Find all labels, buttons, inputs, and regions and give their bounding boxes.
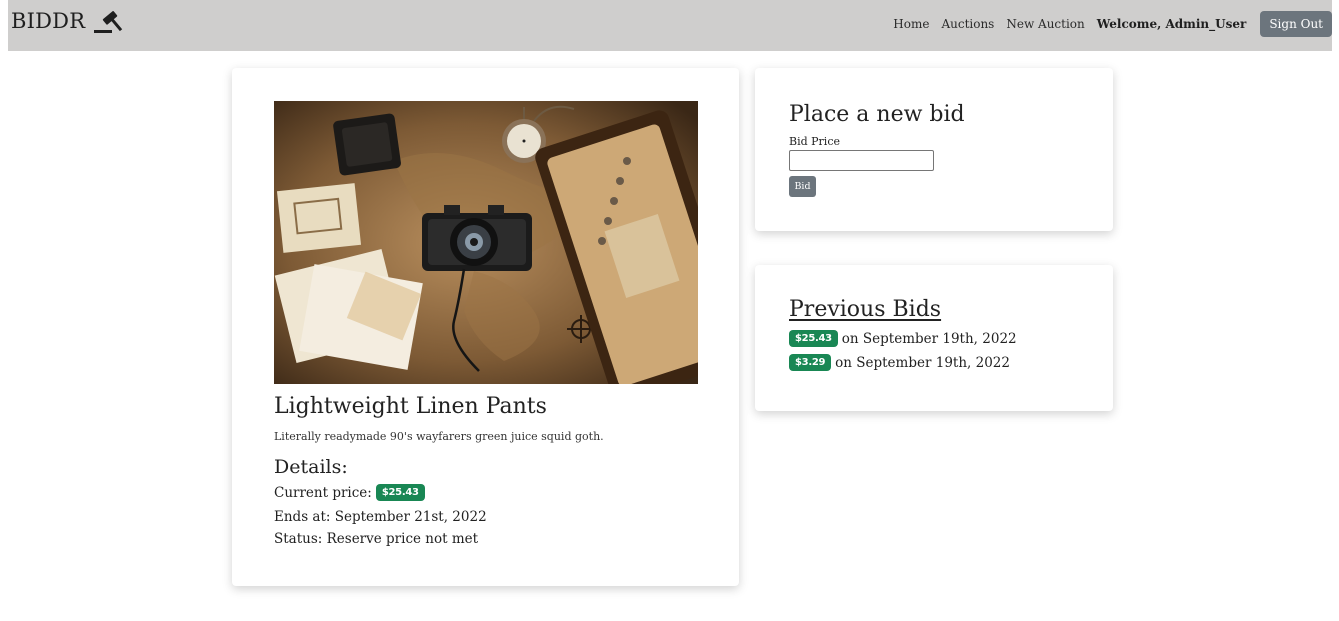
welcome-user: Welcome, Admin_User	[1096, 17, 1247, 31]
status-text: Status: Reserve price not met	[274, 531, 479, 547]
previous-bids-heading: Previous Bids	[789, 297, 942, 322]
bid-amount-badge: $25.43	[789, 330, 838, 347]
gavel-icon	[93, 8, 125, 34]
bid-list-item: $3.29 on September 19th, 2022	[789, 354, 1010, 371]
nav-link-new-auction[interactable]: New Auction	[1006, 17, 1084, 31]
current-price-label: Current price:	[274, 484, 372, 501]
brand-name: BIDDR	[11, 9, 86, 33]
bid-button[interactable]: Bid	[789, 176, 816, 197]
nav-link-auctions[interactable]: Auctions	[941, 17, 994, 31]
place-bid-heading: Place a new bid	[789, 102, 965, 127]
sign-out-button[interactable]: Sign Out	[1260, 11, 1332, 37]
place-bid-card: Place a new bid Bid Price Bid	[755, 68, 1113, 231]
bid-price-label: Bid Price	[789, 135, 840, 148]
item-title: Lightweight Linen Pants	[274, 394, 547, 419]
item-image	[274, 101, 698, 384]
auction-item-card: Lightweight Linen Pants Literally readym…	[232, 68, 739, 586]
bid-amount-badge: $3.29	[789, 354, 832, 371]
bid-date: on September 19th, 2022	[835, 354, 1010, 371]
navbar: BIDDR Home Auctions New Auction Welcome,…	[8, 0, 1332, 51]
current-price-badge: $25.43	[375, 484, 425, 501]
nav-links: Home Auctions New Auction Welcome, Admin…	[893, 11, 1332, 37]
previous-bids-card: Previous Bids $25.43 on September 19th, …	[755, 265, 1113, 411]
bid-list-item: $25.43 on September 19th, 2022	[789, 330, 1017, 347]
details-heading: Details:	[274, 456, 348, 478]
bid-date: on September 19th, 2022	[841, 330, 1017, 347]
brand-logo[interactable]: BIDDR	[11, 8, 125, 34]
bid-price-input[interactable]	[789, 150, 934, 171]
current-price-row: Current price: $25.43	[274, 484, 425, 501]
item-description: Literally readymade 90's wayfarers green…	[274, 430, 604, 443]
ends-at-text: Ends at: September 21st, 2022	[274, 509, 487, 525]
nav-link-home[interactable]: Home	[893, 17, 929, 31]
